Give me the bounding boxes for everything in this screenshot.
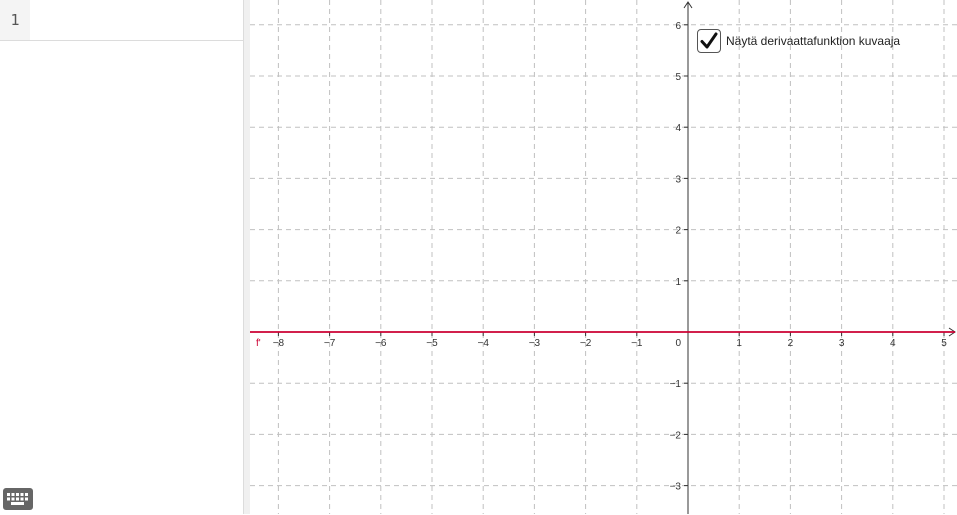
tick-labels: −8 −7 −6 −5 −4 −3 −2 −1 1 2 3 4 5 −3 −2 −1 1 2 3 4 5 6 0: [273, 21, 948, 493]
row-number: 1: [0, 0, 30, 40]
x-tick-label: 4: [890, 338, 896, 349]
keyboard-icon: [7, 493, 28, 505]
x-tick-label: −3: [529, 338, 541, 349]
y-tick-label: 2: [675, 226, 681, 237]
x-tick-label: 3: [839, 338, 845, 349]
y-tick-label: 4: [675, 123, 681, 134]
x-tick-label: 1: [736, 338, 742, 349]
y-tick-label: −2: [670, 430, 682, 441]
x-tick-label: 5: [941, 338, 947, 349]
x-tick-label: −5: [426, 338, 438, 349]
graph-canvas[interactable]: −8 −7 −6 −5 −4 −3 −2 −1 1 2 3 4 5 −3 −2 −1 1 2 3 4 5 6 0 f': [250, 0, 957, 514]
x-tick-label: 2: [788, 338, 794, 349]
algebra-panel: 1: [0, 0, 244, 514]
checkbox-label: Näytä derivaattafunktion kuvaaja: [726, 34, 901, 48]
y-tick-label: 3: [675, 174, 681, 185]
y-tick-label: −3: [670, 482, 682, 493]
x-tick-label: −7: [324, 338, 336, 349]
y-tick-label: 1: [675, 277, 681, 288]
algebra-input[interactable]: [30, 0, 243, 40]
checkmark-icon: [700, 32, 718, 49]
function-label: f': [256, 338, 261, 349]
origin-label: 0: [675, 338, 681, 349]
y-tick-label: −1: [670, 379, 682, 390]
coordinate-axes: [250, 1, 956, 514]
algebra-input-row[interactable]: 1: [0, 0, 243, 41]
x-tick-label: −2: [580, 338, 592, 349]
x-tick-label: −6: [375, 338, 387, 349]
y-tick-label: 5: [675, 72, 681, 83]
x-tick-label: −4: [477, 338, 489, 349]
function-graph[interactable]: f': [250, 331, 955, 349]
x-tick-label: −1: [631, 338, 643, 349]
checkbox-box[interactable]: [697, 29, 721, 53]
graphics-view[interactable]: −8 −7 −6 −5 −4 −3 −2 −1 1 2 3 4 5 −3 −2 −1 1 2 3 4 5 6 0 f' Nä…: [250, 0, 957, 514]
grid-lines: [250, 0, 957, 514]
x-tick-label: −8: [273, 338, 285, 349]
derivative-checkbox[interactable]: Näytä derivaattafunktion kuvaaja: [697, 27, 900, 55]
keyboard-button[interactable]: [3, 488, 33, 510]
y-tick-label: 6: [675, 21, 681, 32]
